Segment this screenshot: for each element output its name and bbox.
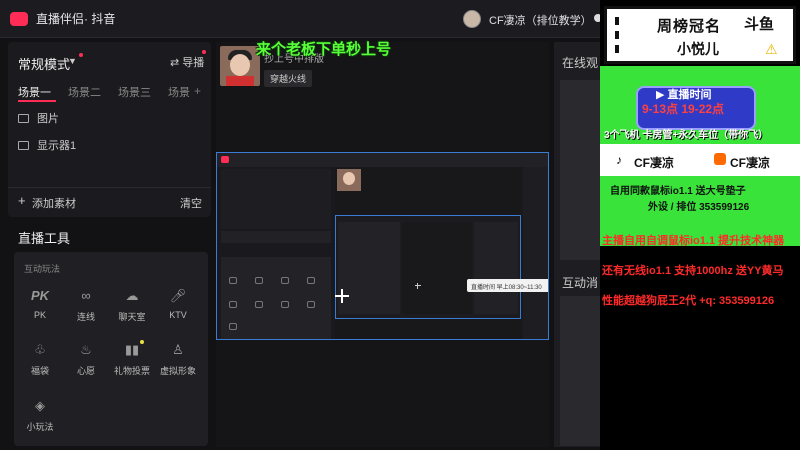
source-item-display[interactable]: 显示器1 (18, 137, 76, 153)
warning-icon: ⚠ (765, 41, 778, 57)
streamer-photo (220, 46, 260, 86)
app-title: 直播伴侣 (36, 12, 85, 26)
online-viewers-list[interactable] (560, 80, 600, 260)
monitor-icon (18, 140, 29, 150)
tool-chatroom[interactable]: ☁ 聊天室 (110, 288, 154, 323)
weekly-rank-badge: 周榜冠名 斗鱼 小悦儿 ⚠ (604, 6, 796, 64)
director-label: 导播 (182, 57, 205, 69)
user-name[interactable]: CF凄凉（排位教学） (489, 12, 592, 28)
notification-dot (79, 53, 83, 57)
director-button[interactable]: ⇄ 导播 (170, 54, 204, 70)
tiktok-icon: ♪ (616, 153, 622, 167)
move-cursor-icon (335, 289, 349, 303)
interaction-messages-list[interactable] (560, 296, 600, 446)
microphone-icon: 🎤︎ (169, 288, 187, 303)
tiktok-name: CF凄凉 (634, 156, 674, 170)
lucky-bag-icon: ♧ (34, 342, 46, 357)
tool-link[interactable]: ∞ 连线 (64, 288, 108, 323)
badge-title: 周榜冠名 (657, 18, 722, 35)
nested-screen-capture: 直播时间 早上08:30~11:30 (217, 153, 548, 339)
streamer-overlay: 周榜冠名 斗鱼 小悦儿 ⚠ ▶ 直播时间 9-13点 19-22点 3个飞机 卡… (600, 0, 800, 450)
chatroom-icon: ☁ (125, 288, 139, 303)
tools-panel: 互动玩法 PK PK ∞ 连线 ☁ 聊天室 🎤︎ KTV ♧ 福袋 ♨ 心愿 ▮… (14, 252, 208, 446)
tools-subtitle: 互动玩法 (24, 264, 61, 274)
vote-icon: ▮▮ (124, 342, 140, 357)
tab-scene-4[interactable]: 场景 (168, 84, 218, 100)
live-time-pill: 直播时间 早上08:30~11:30 (467, 279, 548, 292)
active-tab-indicator (18, 100, 56, 102)
promo-red-3: 性能超越狗屁王2代 +q: 353599126 (602, 295, 775, 307)
tools-title: 直播工具 (18, 231, 71, 246)
perks-text: 3个飞机 卡房管+永久车位（带你飞） (604, 130, 769, 141)
chevron-down-icon[interactable]: ▼ (68, 56, 77, 66)
mode-selector[interactable]: 常规模式 (18, 54, 70, 73)
schedule-block: ▶ 直播时间 9-13点 19-22点 3个飞机 卡房管+永久车位（带你飞） ♪… (600, 66, 800, 246)
promo-qq: 外设 / 排位 353599126 (648, 202, 750, 213)
tab-scene-1[interactable]: 场景一 (18, 84, 68, 100)
image-icon (18, 113, 29, 123)
source-label: 图片 (37, 113, 59, 125)
pk-icon: PK (31, 288, 50, 303)
game-tag: 穿越火线 (264, 70, 313, 87)
title-bar: 直播伴侣 · 抖音 CF凄凉（排位教学） (0, 0, 602, 38)
user-avatar[interactable] (463, 10, 481, 28)
tool-ktv[interactable]: 🎤︎ KTV (156, 288, 200, 320)
plus-icon[interactable]: + (18, 193, 26, 208)
notification-dot (202, 50, 206, 54)
scene-tabs: 场景一 场景二 场景三 场景 (18, 84, 218, 100)
tab-scene-2[interactable]: 场景二 (68, 84, 118, 100)
wish-icon: ♨ (80, 342, 92, 357)
app-logo-icon (10, 11, 28, 26)
mini-game-icon: ◈ (35, 398, 45, 413)
link-icon: ∞ (81, 288, 91, 303)
live-preview[interactable]: 抄上号中排版 穿越火线 来个老板下单秒上号 直播时间 早上08:30~11:30 (216, 41, 549, 447)
tool-mini-game[interactable]: ◈ 小玩法 (18, 398, 62, 433)
tool-lucky-bag[interactable]: ♧ 福袋 (18, 342, 62, 377)
tab-scene-3[interactable]: 场景三 (118, 84, 168, 100)
promo-red-2: 还有无线io1.1 支持1000hz 送YY黄马 (602, 265, 784, 277)
add-source-button[interactable]: 添加素材 (32, 195, 76, 211)
online-viewers-title: 在线观 (562, 56, 599, 70)
platform-names: ♪ CF凄凉 CF凄凉 (600, 144, 800, 176)
app-platform: · 抖音 (84, 12, 116, 26)
live-time-text: 直播时间 早上08:30~11:30 (471, 285, 542, 291)
tool-wish[interactable]: ♨ 心愿 (64, 342, 108, 377)
right-panel: 在线观 互动消 (554, 42, 600, 447)
schedule-time: 9-13点 19-22点 (642, 102, 725, 116)
screen-capture-source[interactable]: 直播时间 早上08:30~11:30 (216, 152, 549, 340)
douyu-logo: 斗鱼 (744, 16, 775, 33)
cursor-icon (415, 283, 421, 289)
kuaishou-icon (714, 153, 726, 165)
add-source-bar: + 添加素材 清空 (8, 187, 211, 213)
add-scene-icon[interactable]: + (194, 84, 201, 98)
avatar-icon: ♙ (172, 342, 184, 357)
clear-button[interactable]: 清空 (180, 195, 202, 211)
source-item-image[interactable]: 图片 (18, 110, 59, 126)
new-badge (140, 340, 144, 344)
tool-virtual-avatar[interactable]: ♙ 虚拟形象 (156, 342, 200, 377)
badge-name: 小悦儿 (677, 41, 719, 57)
kuaishou-name: CF凄凉 (730, 156, 770, 170)
tool-vote[interactable]: ▮▮ 礼物投票 (110, 340, 154, 377)
screen: 直播伴侣 · 抖音 CF凄凉（排位教学） 常规模式 ▼ ⇄ 导播 场景一 场景二… (0, 0, 800, 450)
interaction-messages-title: 互动消 (562, 276, 599, 290)
promo-red-1: 主播自用自调鼠标io1.1 提升技术神器 (602, 235, 785, 247)
promo-mouse: 自用同款鼠标io1.1 送大号垫子 (610, 186, 746, 197)
tool-pk[interactable]: PK PK (18, 288, 62, 320)
source-label: 显示器1 (37, 140, 77, 152)
overlay-banner-text: 来个老板下单秒上号 (256, 41, 392, 58)
